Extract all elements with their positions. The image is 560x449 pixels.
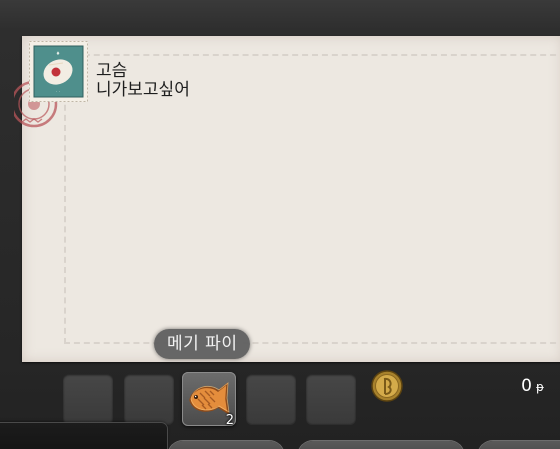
letter-content[interactable]: 고슴 니가보고싶어	[96, 62, 190, 100]
svg-text:· ·: · ·	[56, 89, 60, 94]
gil-coin-icon[interactable]	[370, 369, 404, 403]
letter-line-2: 니가보고싶어	[96, 80, 190, 100]
attachment-slot-3[interactable]: 2	[182, 372, 236, 428]
item-count: 2	[225, 413, 234, 428]
gil-amount-value: 0	[521, 376, 532, 396]
letter-paper: ♦ · · 고슴 니가보고싶어	[14, 36, 560, 362]
attachment-slot-5[interactable]	[306, 374, 356, 424]
stamp-icon: ♦ · ·	[29, 41, 88, 102]
footer-button-3[interactable]	[478, 441, 560, 449]
item-tooltip: 메기 파이	[154, 329, 251, 359]
fish-pie-icon	[189, 382, 230, 415]
gil-amount: 0ᵽ	[521, 376, 544, 396]
bottom-panel	[0, 423, 167, 449]
attachment-slot-2[interactable]	[124, 374, 174, 424]
gil-unit: ᵽ	[535, 380, 544, 394]
letter-line-1: 고슴	[96, 61, 128, 81]
attachment-slot-1[interactable]	[63, 374, 113, 424]
attachment-slot-4[interactable]	[246, 374, 296, 424]
svg-text:♦: ♦	[56, 51, 60, 57]
letter-window: ♦ · · 고슴 니가보고싶어 메기 파이 2 0ᵽ	[0, 0, 560, 449]
footer-button-1[interactable]	[168, 441, 284, 449]
footer-button-2[interactable]	[298, 441, 464, 449]
